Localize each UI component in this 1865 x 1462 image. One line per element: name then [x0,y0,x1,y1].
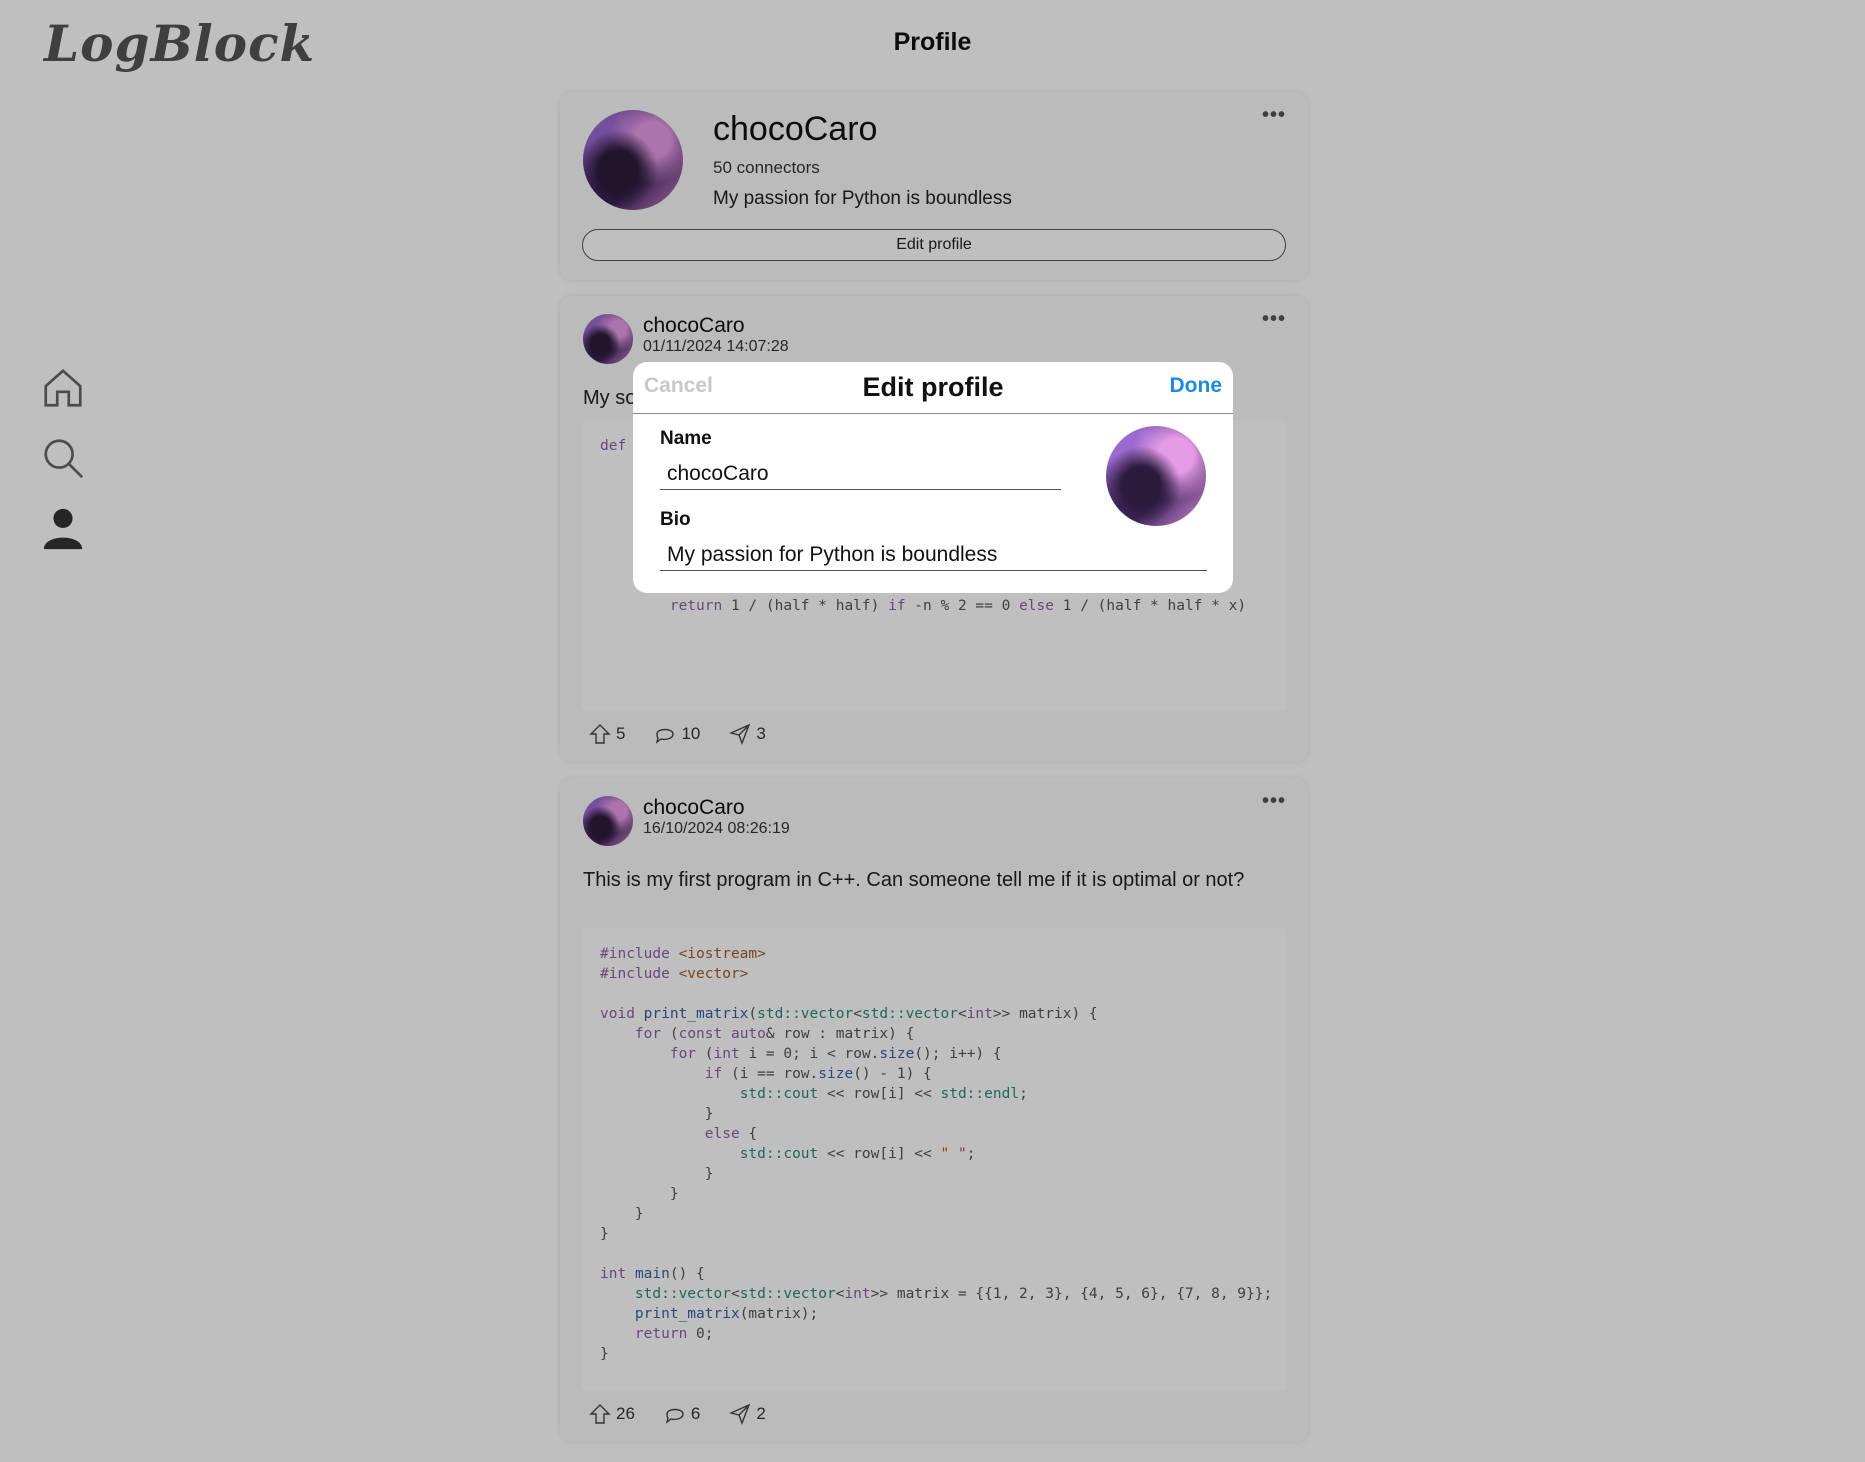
bio-field[interactable] [660,539,1207,571]
name-field[interactable] [660,458,1061,490]
done-button[interactable]: Done [1170,374,1223,398]
dialog-header: Cancel Edit profile Done [633,362,1233,414]
name-label: Name [660,428,712,449]
dialog-title: Edit profile [862,372,1004,402]
edit-profile-dialog: Cancel Edit profile Done Name Bio [633,362,1233,593]
avatar-picker[interactable] [1106,426,1206,526]
modal-backdrop[interactable] [0,0,1865,1462]
bio-label: Bio [660,509,691,530]
